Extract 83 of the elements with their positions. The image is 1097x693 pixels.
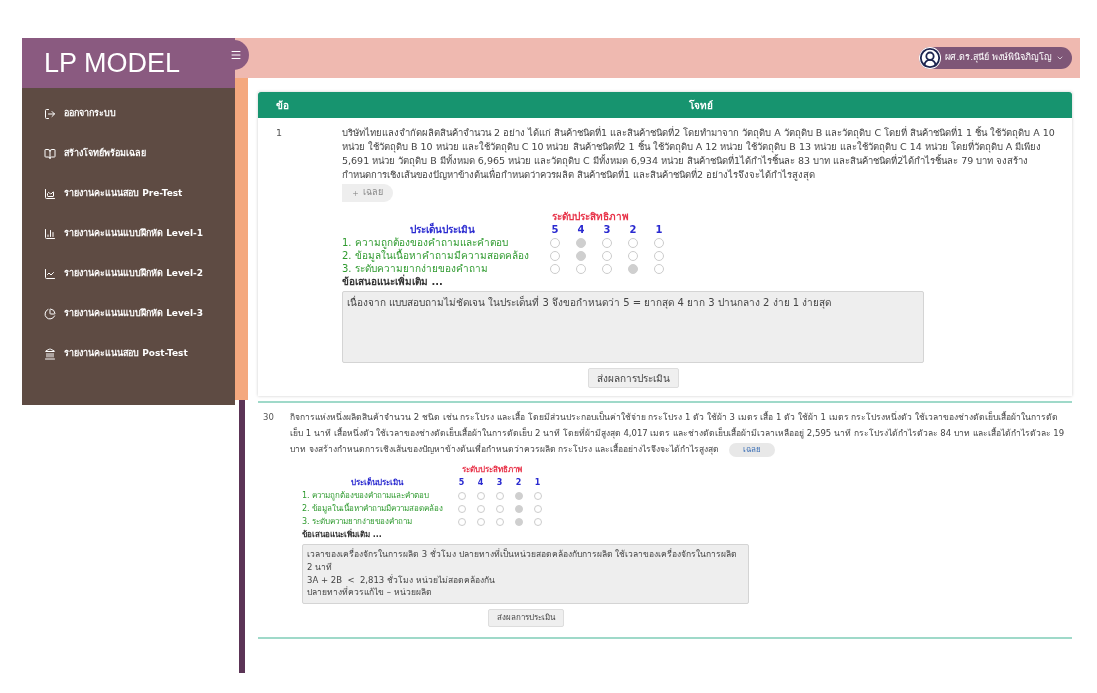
scale-value: 5 [550,223,560,237]
comment-label: ข้อเสนอแนะเพิ่มเติม ... [342,275,444,288]
radio-button[interactable] [514,491,523,500]
radio-button[interactable] [457,491,466,500]
radio-button[interactable] [533,517,542,526]
radio-button[interactable] [602,237,612,248]
bank-icon [44,348,56,360]
comment-label: ข้อเสนอแนะเพิ่มเติม ... [302,528,383,541]
radio-button[interactable] [476,504,485,513]
radio-button[interactable] [628,263,638,274]
user-menu[interactable]: ผศ.ดร.สุนีย์ พงษ์พินิจภิญโญ [919,47,1072,69]
pie-chart-icon [44,308,56,320]
scale-value: 1 [654,223,664,237]
sidebar-item[interactable]: สร้างโจทย์พร้อมเฉลย [22,134,235,174]
radio-button[interactable] [654,263,664,274]
question-text: บริษัทไทยแลงจำกัดผลิตสินค้าจำนวน 2 อย่าง ได้แก่ สินค้าชนิดที่1 และสินค้าชนิดที่2 โดยทำมาจาก วัตถุดิบ A วัตถุดิบ B และวัตถุดิบ C โดยที่ สินค้าชนิดที่1 1 ชิ้น ใช้วัตถุดิบ A 10 หน่วย ใช้วัตถุดิบ B 10 หน่วย และใช้วัตถุดิบ C 10 หน่วย สินค้าชนิดที่2 1 ชิ้น ใช้วัตถุดิบ A 12 หน่วย ใช้วัตถุดิบ B 13 หน่วย และใช้วัตถุดิบ C 14 หน่วย โดยที่วัตถุดิบ A มีเพียง 5,691 หน่วย วัตถุดิบ B มีทั้งหมด 6,965 หน่วย และวัตถุดิบ C มีทั้งหมด 6,934 หน่วย สินค้าชนิดที่1ได้กำไรชิ้นละ 83 บาท และสินค้าชนิดที่2ได้กำไรชิ้นละ 79 บาท จงสร้างกำหนดการเชิงเส้นของปัญหาข้างต้นเพื่อกำหนดว่าควรผลิต สินค้าชนิดที่1 และสินค้าชนิดที่2 อย่างไรจึงจะได้กำไรสูงสุด [342,126,1056,182]
radio-button[interactable] [476,517,485,526]
radio-button[interactable] [602,263,612,274]
radio-button[interactable] [495,491,504,500]
user-avatar-icon [919,47,942,69]
radio-button[interactable] [576,263,586,274]
scale-value: 5 [457,476,466,489]
question-number: 1 [276,126,284,140]
menu-icon [230,49,242,61]
scale-title: ระดับประสิทธิภาพ [552,210,629,223]
brand-title: LP MODEL [44,46,181,80]
scale-value: 3 [602,223,612,237]
sidebar-item[interactable]: รายงานคะแนนแบบฝึกหัด Level-3 [22,294,235,334]
radio-button[interactable] [654,250,664,261]
criteria-title: ประเด็นประเมิน [350,476,405,489]
sidebar-item[interactable]: ออกจากระบบ [22,94,235,134]
radio-button[interactable] [495,517,504,526]
radio-button[interactable] [628,250,638,261]
radio-button[interactable] [476,491,485,500]
sidebar-item[interactable]: รายงานคะแนนสอบ Pre-Test [22,174,235,214]
scale-value: 2 [628,223,638,237]
scale-value: 4 [576,223,586,237]
radio-button[interactable] [576,237,586,248]
column-header: โจทย์ [688,98,714,113]
area-chart-icon [44,188,56,200]
question-text: กิจการแห่งหนึ่งผลิตสินค้าจำนวน 2 ชนิด เช่น กระโปรง และเสื้อ โดยมีส่วนประกอบเป็นค่าใช้จ่าย กระโปรง 1 ตัว ใช้ผ้า 3 เมตร เสื้อ 1 ตัว ใช้ผ้า 1 เมตร กระโปรงหนึ่งตัว ใช้เวลาของช่างตัดเย็บเสื้อผ้าในการตัดเย็บ 1 นาที เสื้อหนึ่งตัว ใช้เวลาของช่างตัดเย็บเสื้อผ้าในการตัดเย็บ 2 นาที โดยที่ผ้ามีสูงสุด 4,017 เมตร และช่างตัดเย็บเสื้อผ้ามีเวลาเหลืออยู่ 2,595 นาที กระโปรงได้กำไรตัวละ 84 บาท และเสื้อได้กำไรตัวละ 19 บาท จงสร้างกำหนดการเชิงเส้นของปัญหาข้างต้นเพื่อกำหนดว่าควรผลิต กระโปรง และเสื้ออย่างไรจึงจะได้กำไรสูงสุด เฉลย [290,409,1067,457]
radio-button[interactable] [550,263,560,274]
criterion-label: 1. ความถูกต้องของคำถามและคำตอบ [302,489,431,502]
plus-icon [352,189,359,197]
criterion-label: 1. ความถูกต้องของคำถามและคำตอบ [342,236,508,249]
line-chart-icon [44,268,56,280]
radio-button[interactable] [628,237,638,248]
bar-chart-icon [44,228,56,240]
criterion-label: 3. ระดับความยากง่ายของคำถาม [302,515,414,528]
radio-button[interactable] [602,250,612,261]
scale-value: 3 [495,476,504,489]
radio-button[interactable] [550,237,560,248]
radio-button[interactable] [495,504,504,513]
radio-button[interactable] [514,517,523,526]
radio-button[interactable] [457,517,466,526]
radio-button[interactable] [533,491,542,500]
comment-field[interactable]: เวลาของเครื่องจักรในการผลิต 3 ชั่วโมง ปลายทางที่เป็นหน่วยสอดคล้องกับการผลิต ใช้เวลาของเครื่องจักรในการผลิต 2 นาที 3A + 2B < 2,813 ชั่วโมง หน่วยไม่สอดคล้องกัน ปลายทางที่ควรแก้ไข – หน่วยผลิต [302,544,749,604]
radio-button[interactable] [550,250,560,261]
scale-value: 2 [514,476,523,489]
radio-button[interactable] [514,504,523,513]
criterion-label: 2. ข้อมูลในเนื้อหาคำถามมีความสอดคล้อง [302,502,445,515]
criteria-title: ประเด็นประเมิน [408,222,476,237]
caret-icon [1056,54,1064,62]
radio-button[interactable] [533,504,542,513]
submit-button[interactable]: ส่งผลการประเมิน [487,609,564,627]
answer-button[interactable]: เฉลย [729,443,776,457]
sidebar-item[interactable]: รายงานคะแนนแบบฝึกหัด Level-1 [22,214,235,254]
radio-button[interactable] [576,250,586,261]
scale-title: ระดับประสิทธิภาพ [462,464,522,476]
criterion-label: 2. ข้อมูลในเนื้อหาคำถามมีความสอดคล้อง [342,248,530,263]
submit-button[interactable]: ส่งผลการประเมิน [587,368,679,388]
sidebar-item[interactable]: รายงานคะแนนแบบฝึกหัด Level-2 [22,254,235,294]
sidebar-item[interactable]: รายงานคะแนนสอบ Post-Test [22,334,235,374]
comment-field[interactable]: เนื่องจาก แบบสอบถามไม่ชัดเจน ในประเด็นที่ 3 จึงขอกำหนดว่า 5 = ยากสุด 4 ยาก 3 ปานกลาง 2 ง่าย 1 ง่ายสุด [342,291,924,363]
radio-button[interactable] [654,237,664,248]
scale-value: 4 [476,476,485,489]
book-icon [44,148,56,160]
column-header: ข้อ [275,98,290,113]
criterion-label: 3. ระดับความยากง่ายของคำถาม [342,262,489,274]
radio-button[interactable] [457,504,466,513]
exit-icon [44,108,56,120]
scale-value: 1 [533,476,542,489]
question-number: 30 [263,411,275,424]
